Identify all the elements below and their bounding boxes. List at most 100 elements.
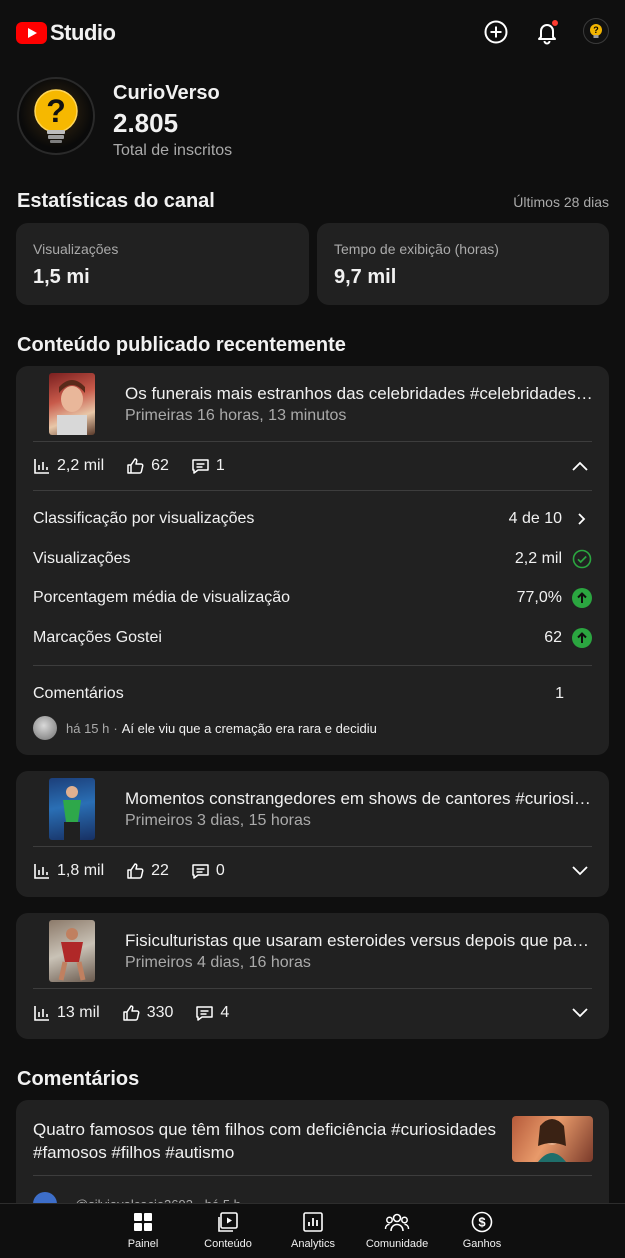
video-title[interactable]: Fisiculturistas que usaram esteroides ve… (125, 931, 593, 951)
views-metric: 2,2 mil (33, 457, 104, 475)
nav-analytics[interactable]: Analytics (273, 1210, 353, 1250)
comments-metric: 0 (191, 862, 225, 880)
watch-time-stat-card[interactable]: Tempo de exibição (horas) 9,7 mil (317, 223, 609, 305)
separator-dot: · (113, 720, 118, 736)
dashboard-icon (134, 1213, 152, 1231)
nav-painel[interactable]: Painel (103, 1210, 183, 1250)
views-label: Visualizações (33, 550, 131, 567)
commenter-avatar (33, 716, 57, 740)
notifications-icon[interactable] (533, 18, 561, 46)
bar-chart-icon (34, 864, 49, 879)
video-subtitle: Primeiros 3 dias, 15 horas (125, 812, 311, 829)
views-value: 2,2 mil (514, 550, 562, 567)
avg-percentage-label: Porcentagem média de visualização (33, 589, 291, 606)
comment-video-title: Quatro famosos que têm filhos com defici… (33, 1120, 497, 1162)
comment-icon (192, 459, 209, 474)
video-subtitle: Primeiros 4 dias, 16 horas (125, 954, 311, 971)
comments-label: Comentários (33, 685, 124, 702)
video-metrics: 2,2 mil 62 1 (33, 457, 247, 475)
views-count: 2,2 mil (57, 457, 105, 474)
likes-value: 62 (544, 629, 562, 646)
views-stat-card[interactable]: Visualizações 1,5 mi (16, 223, 309, 305)
ranking-label: Classificação por visualizações (33, 510, 255, 527)
video-title[interactable]: Momentos constrangedores em shows de can… (125, 789, 593, 809)
comment-icon (196, 1006, 214, 1021)
recent-content-title: Conteúdo publicado recentemente (17, 334, 346, 356)
likes-row: Marcações Gostei 62 (33, 626, 592, 650)
thumbs-up-icon (127, 863, 144, 879)
avg-percentage-row: Porcentagem média de visualização 77,0% (33, 586, 592, 610)
top-app-bar: Studio ? (0, 0, 625, 64)
nav-label: Analytics (290, 1238, 336, 1250)
views-metric: 1,8 mil (33, 862, 104, 880)
views-row: Visualizações 2,2 mil (33, 547, 592, 571)
video-thumbnail[interactable] (49, 920, 95, 982)
stats-period: Últimos 28 dias (513, 194, 609, 210)
divider (33, 490, 592, 491)
comments-section-title: Comentários (17, 1068, 140, 1090)
nav-conteudo[interactable]: Conteúdo (188, 1210, 268, 1250)
subscriber-label: Total de inscritos (113, 142, 233, 159)
comments-count: 0 (215, 862, 225, 879)
expand-chevron-icon[interactable] (571, 865, 589, 877)
divider (33, 1175, 592, 1176)
divider (33, 665, 592, 666)
video-card: Fisiculturistas que usaram esteroides ve… (16, 913, 609, 1039)
channel-avatar[interactable]: ? (17, 77, 95, 155)
video-title[interactable]: Os funerais mais estranhos das celebrida… (125, 384, 593, 404)
nav-label: Ganhos (462, 1238, 502, 1250)
create-icon[interactable] (482, 18, 510, 46)
chevron-right-icon (572, 509, 592, 529)
collapse-chevron-icon[interactable] (571, 460, 589, 472)
video-metrics: 1,8 mil 22 0 (33, 862, 247, 880)
expand-chevron-icon[interactable] (571, 1007, 589, 1019)
comments-metric: 4 (195, 1004, 229, 1022)
likes-count: 62 (151, 457, 169, 474)
divider (33, 441, 592, 442)
divider (33, 988, 592, 989)
likes-label: Marcações Gostei (33, 629, 162, 646)
likes-count: 330 (146, 1004, 174, 1021)
svg-text:?: ? (593, 25, 599, 35)
studio-logo[interactable]: Studio (16, 20, 116, 46)
account-avatar-image: ? (583, 18, 609, 44)
check-circle-icon (572, 549, 592, 569)
logo-text: Studio (50, 20, 116, 45)
arrow-up-icon (572, 628, 592, 648)
youtube-play-icon (16, 22, 47, 44)
earnings-icon: $ (471, 1211, 493, 1233)
comment-time: há 15 h (66, 720, 110, 736)
nav-label: Painel (127, 1238, 159, 1250)
video-subtitle: Primeiras 16 horas, 13 minutos (125, 407, 347, 424)
comment-video-thumbnail (512, 1116, 593, 1162)
svg-text:$: $ (478, 1215, 486, 1230)
comment-icon (192, 864, 209, 879)
views-ranking-row[interactable]: Classificação por visualizações 4 de 10 (33, 507, 592, 531)
likes-metric: 22 (126, 862, 169, 880)
subscriber-count: 2.805 (113, 108, 179, 138)
community-icon (384, 1213, 410, 1232)
nav-label: Comunidade (365, 1238, 429, 1250)
bar-chart-icon (34, 1006, 49, 1021)
nav-comunidade[interactable]: Comunidade (357, 1210, 437, 1250)
comments-value: 1 (555, 685, 564, 702)
bottom-navigation: Painel Conteúdo Analytics Comunidade $ G… (0, 1203, 625, 1258)
video-metrics: 13 mil 330 4 (33, 1004, 251, 1022)
nav-label: Conteúdo (204, 1238, 252, 1250)
video-thumbnail[interactable] (49, 373, 95, 435)
channel-stats-title: Estatísticas do canal (17, 190, 215, 212)
notification-badge (551, 19, 559, 27)
ranking-value: 4 de 10 (508, 510, 562, 527)
account-avatar[interactable]: ? (583, 18, 611, 46)
likes-count: 22 (151, 862, 169, 879)
content-icon (218, 1212, 238, 1232)
latest-comment[interactable]: há 15 h · Aí ele viu que a cremação era … (33, 716, 377, 740)
avg-percentage-value: 77,0% (516, 589, 562, 606)
thumbs-up-icon (127, 458, 144, 474)
comments-row[interactable]: Comentários 1 (33, 682, 592, 706)
bar-chart-icon (34, 459, 49, 474)
watch-time-stat-value: 9,7 mil (334, 266, 397, 288)
video-thumbnail[interactable] (49, 778, 95, 840)
comments-count: 1 (215, 457, 225, 474)
nav-ganhos[interactable]: $ Ganhos (442, 1210, 522, 1250)
